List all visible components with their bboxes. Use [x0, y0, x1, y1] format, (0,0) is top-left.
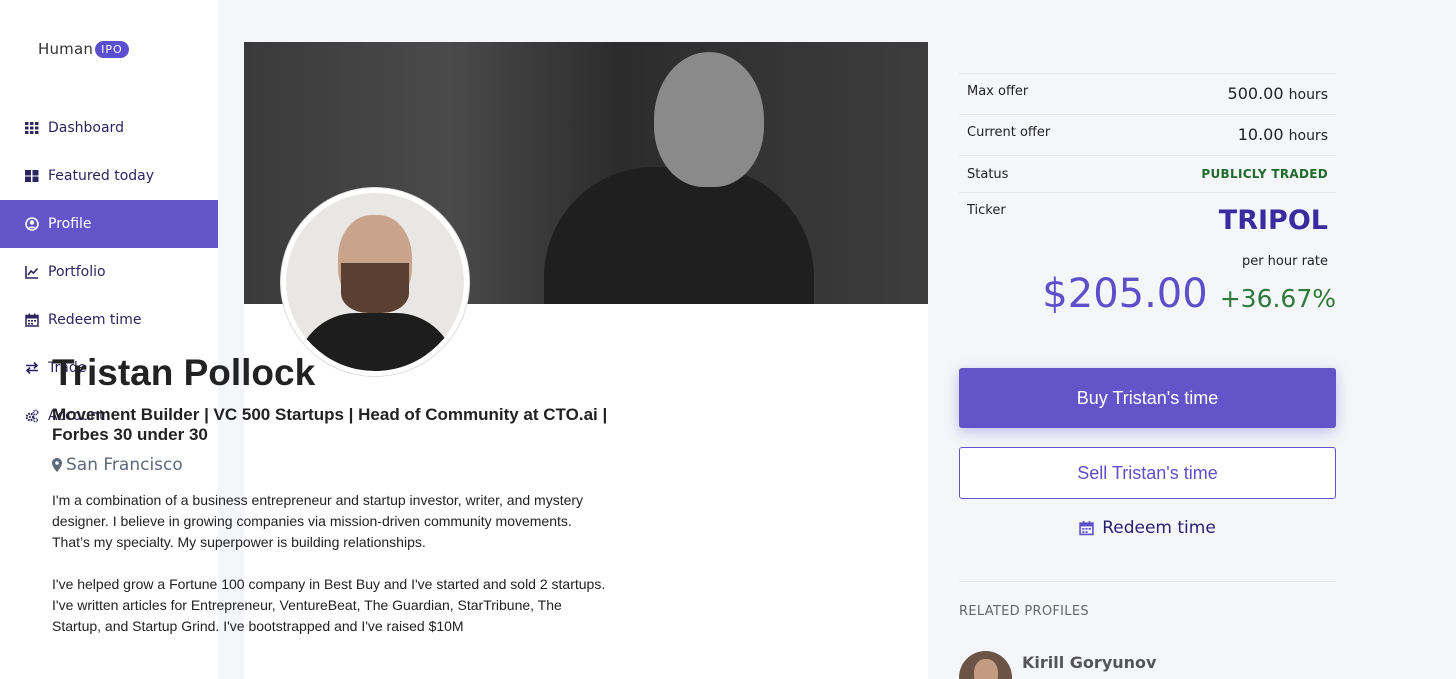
sidebar-item-featured-today[interactable]: Featured today	[0, 152, 218, 200]
price-row: $205.00 +36.67%	[959, 271, 1336, 317]
avatar	[281, 188, 469, 376]
price-change: +36.67%	[1219, 284, 1336, 313]
current-offer-unit: hours	[1288, 128, 1328, 144]
line-chart-icon	[24, 264, 40, 280]
calendar-icon	[1079, 521, 1094, 536]
rate-label: per hour rate	[1241, 254, 1328, 269]
tiles-icon	[24, 168, 40, 184]
cover-figure-head	[654, 52, 764, 187]
related-profiles-title: RELATED PROFILES	[959, 604, 1089, 619]
sell-time-button[interactable]: Sell Tristan's time	[959, 447, 1336, 499]
logo-text: Human	[38, 40, 94, 58]
related-profile-name: Kirill Goryunov	[1022, 653, 1157, 672]
profile-headline: Movement Builder | VC 500 Startups | Hea…	[52, 405, 608, 444]
max-offer-value: 500.00 hours	[1228, 84, 1328, 103]
cover-figure-body	[544, 167, 814, 304]
ticker-symbol: TRIPOL	[1218, 205, 1328, 236]
avatar-shirt	[296, 313, 456, 371]
status-badge: PUBLICLY TRADED	[1201, 167, 1328, 181]
avatar-photo	[286, 193, 464, 371]
map-pin-icon	[52, 458, 62, 472]
max-offer-number: 500.00	[1227, 84, 1284, 103]
divider	[959, 581, 1336, 582]
grid-icon	[24, 120, 40, 136]
current-offer-label: Current offer	[967, 125, 1051, 140]
ticker-label: Ticker	[967, 203, 1006, 218]
sidebar-item-portfolio[interactable]: Portfolio	[0, 248, 218, 296]
max-offer-unit: hours	[1288, 87, 1328, 103]
related-profile-item[interactable]: Kirill Goryunov	[959, 651, 1156, 679]
sidebar-item-label: Featured today	[48, 168, 155, 184]
exchange-icon	[24, 360, 40, 376]
max-offer-row: Max offer 500.00 hours	[959, 73, 1336, 114]
bio-paragraph: I'm a combination of a business entrepre…	[52, 492, 584, 550]
buy-time-button[interactable]: Buy Tristan's time	[959, 368, 1336, 428]
profile-location: San Francisco	[52, 455, 183, 475]
status-label: Status	[967, 167, 1009, 182]
sidebar-item-label: Profile	[48, 216, 92, 232]
bio-paragraph: I've helped grow a Fortune 100 company i…	[52, 576, 606, 634]
profile-bio: I'm a combination of a business entrepre…	[52, 490, 612, 658]
user-circle-icon	[24, 216, 40, 232]
redeem-time-label: Redeem time	[1102, 518, 1216, 538]
location-text: San Francisco	[66, 455, 183, 475]
status-row: Status PUBLICLY TRADED	[959, 155, 1336, 192]
logo-badge: IPO	[95, 40, 129, 58]
sidebar-item-label: Redeem time	[48, 312, 142, 328]
current-offer-row: Current offer 10.00 hours	[959, 114, 1336, 155]
sidebar-item-label: Portfolio	[48, 264, 106, 280]
calendar-icon	[24, 312, 40, 328]
sidebar-item-profile[interactable]: Profile	[0, 200, 218, 248]
avatar-beard	[341, 263, 409, 313]
max-offer-label: Max offer	[967, 84, 1029, 99]
sidebar-item-dashboard[interactable]: Dashboard	[0, 104, 218, 152]
current-offer-value: 10.00 hours	[1238, 125, 1328, 144]
sidebar-item-label: Dashboard	[48, 120, 124, 136]
related-profile-avatar	[959, 651, 1012, 679]
profile-name: Tristan Pollock	[52, 352, 316, 393]
gears-icon	[24, 408, 40, 424]
sidebar-item-redeem-time[interactable]: Redeem time	[0, 296, 218, 344]
logo[interactable]: Human IPO	[38, 40, 129, 58]
current-offer-number: 10.00	[1237, 125, 1284, 144]
offer-panel: Max offer 500.00 hours Current offer 10.…	[959, 73, 1336, 317]
redeem-time-link[interactable]: Redeem time	[959, 518, 1336, 538]
ticker-row: Ticker TRIPOL	[959, 192, 1336, 248]
price-value: $205.00	[1042, 271, 1208, 317]
